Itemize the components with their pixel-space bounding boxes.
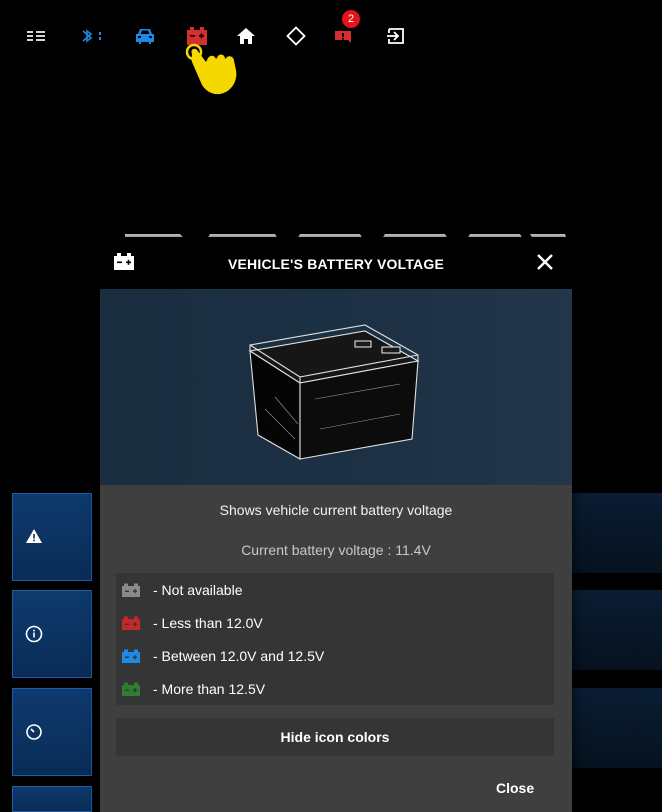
bottom-tile[interactable] <box>12 786 92 812</box>
battery-illustration <box>100 289 572 485</box>
menu-icon[interactable] <box>26 22 46 50</box>
exit-icon[interactable] <box>384 22 408 50</box>
battery-red-icon <box>122 616 140 630</box>
legend-label: - Less than 12.0V <box>153 615 263 631</box>
legend-item-not-available: - Not available <box>121 579 243 601</box>
warning-icon <box>25 528 43 549</box>
dialog-header: VEHICLE'S BATTERY VOLTAGE <box>100 237 572 289</box>
info-icon <box>25 625 43 648</box>
battery-green-icon <box>122 682 140 696</box>
timer-tile[interactable] <box>12 688 92 776</box>
legend-item-more-than-12-5: - More than 12.5V <box>121 678 265 700</box>
legend-item-less-than-12: - Less than 12.0V <box>121 612 263 634</box>
background-panel <box>572 688 662 768</box>
info-tile[interactable] <box>12 590 92 678</box>
background-panel <box>572 590 662 670</box>
rotate-icon[interactable] <box>284 22 308 50</box>
description-text: Shows vehicle current battery voltage <box>219 502 453 518</box>
current-voltage-text: Current battery voltage : 11.4V <box>241 542 431 558</box>
battery-blue-icon <box>122 649 140 663</box>
battery-gray-icon <box>122 583 140 597</box>
hide-icon-colors-button[interactable]: Hide icon colors <box>116 718 554 756</box>
background-panel <box>572 493 662 573</box>
notifications-icon[interactable]: 2 <box>330 10 360 50</box>
legend-item-between: - Between 12.0V and 12.5V <box>121 645 324 667</box>
pointer-hand-icon <box>184 42 246 105</box>
timer-icon <box>25 723 43 746</box>
battery-voltage-dialog: VEHICLE'S BATTERY VOLTAGE Shows vehicle … <box>100 237 572 812</box>
legend-label: - More than 12.5V <box>153 681 266 697</box>
color-legend: - Not available - Less than 12.0V - Betw… <box>116 573 554 705</box>
close-button[interactable]: Close <box>496 780 534 796</box>
background-logo <box>100 210 570 240</box>
top-toolbar: 2 <box>0 10 662 58</box>
bluetooth-icon[interactable] <box>78 22 108 50</box>
car-icon[interactable] <box>132 22 158 50</box>
dialog-title: VEHICLE'S BATTERY VOLTAGE <box>227 256 444 272</box>
close-icon[interactable] <box>536 253 554 276</box>
legend-label: - Not available <box>153 582 243 598</box>
notification-badge: 2 <box>342 10 360 28</box>
warning-tile[interactable] <box>12 493 92 581</box>
legend-label: - Between 12.0V and 12.5V <box>153 648 325 664</box>
